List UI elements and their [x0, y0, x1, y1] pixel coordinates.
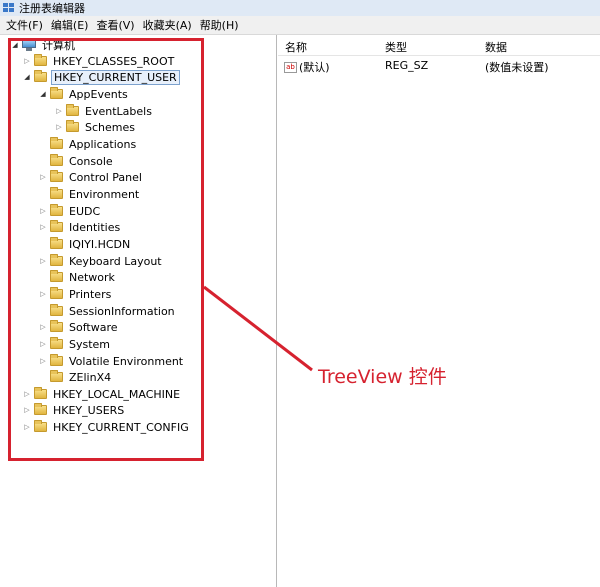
column-header-type[interactable]: 类型: [385, 39, 407, 55]
title-bar: 注册表编辑器: [0, 0, 600, 16]
annotation-label: TreeView 控件: [318, 366, 447, 388]
value-type: REG_SZ: [385, 59, 429, 72]
value-data: (数值未设置): [485, 61, 549, 74]
column-header-data[interactable]: 数据: [485, 39, 507, 55]
value-name: (默认): [299, 61, 330, 74]
window-title: 注册表编辑器: [19, 2, 85, 15]
value-name-cell: ab (默认): [284, 59, 330, 75]
column-header-name[interactable]: 名称: [285, 39, 307, 55]
registry-value-list[interactable]: 名称 类型 数据 ab (默认) REG_SZ (数值未设置): [278, 35, 600, 587]
regedit-icon: [3, 2, 15, 14]
treeview-highlight-box: [8, 38, 204, 461]
menu-edit[interactable]: 编辑(E): [49, 17, 95, 33]
menu-view[interactable]: 查看(V): [94, 17, 140, 33]
menu-help[interactable]: 帮助(H): [198, 17, 245, 33]
menu-favorites[interactable]: 收藏夹(A): [141, 17, 198, 33]
ab-string-icon: ab: [284, 61, 297, 73]
menu-bar: 文件(F) 编辑(E) 查看(V) 收藏夹(A) 帮助(H): [0, 16, 600, 35]
list-row-default-value[interactable]: ab (默认) REG_SZ (数值未设置): [278, 57, 600, 74]
menu-file[interactable]: 文件(F): [4, 17, 49, 33]
list-header: 名称 类型 数据: [278, 35, 600, 56]
